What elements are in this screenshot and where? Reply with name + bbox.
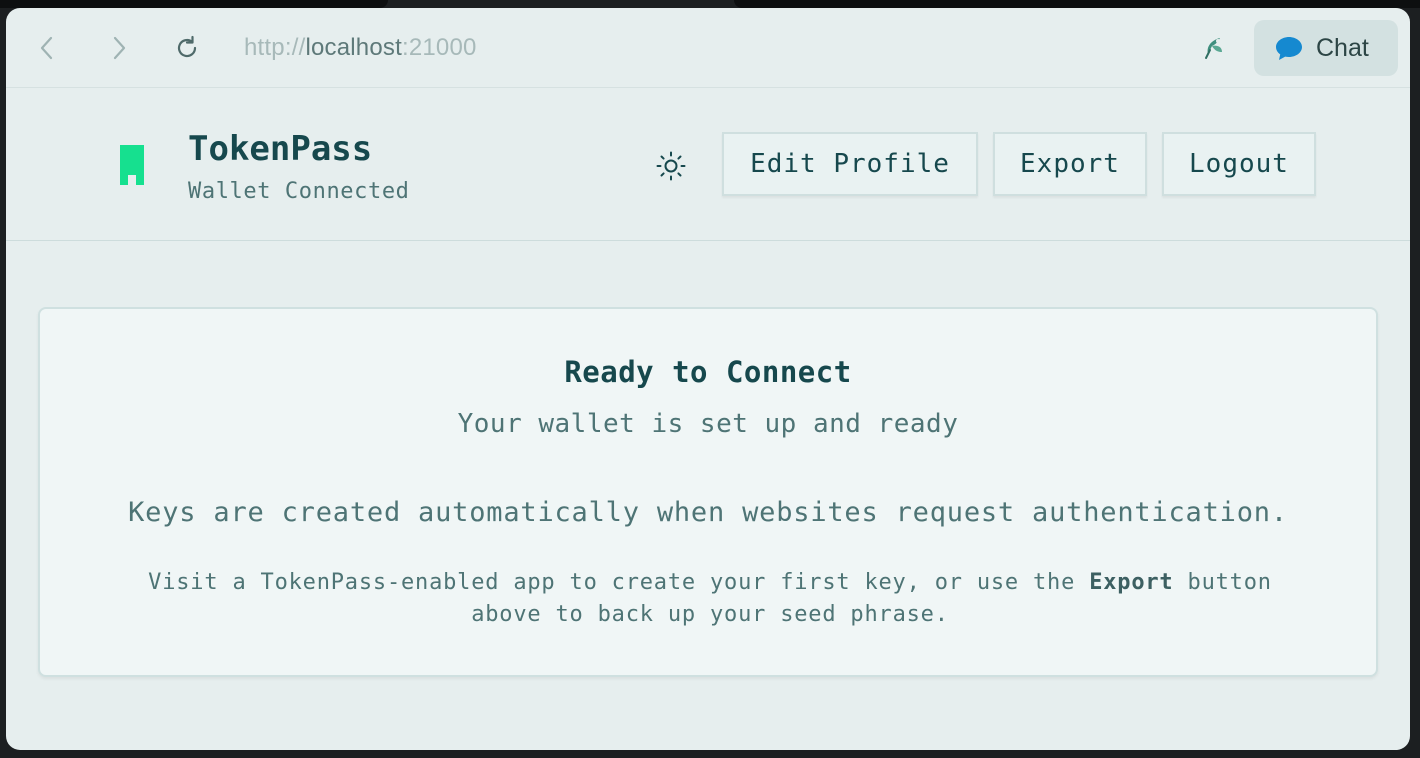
reload-icon bbox=[177, 35, 197, 58]
card-hint: Visit a TokenPass-enabled app to create … bbox=[110, 567, 1310, 631]
chat-bubble-icon bbox=[1276, 37, 1302, 60]
connection-status: Wallet Connected bbox=[188, 179, 410, 204]
chevron-right-icon bbox=[113, 36, 126, 60]
browser-window: http://localhost:21000 Chat TokenPass Wa… bbox=[6, 8, 1410, 750]
card-description: Keys are created automatically when webs… bbox=[128, 497, 1288, 528]
browser-toolbar: http://localhost:21000 Chat bbox=[6, 8, 1410, 88]
chat-button-label: Chat bbox=[1316, 33, 1369, 62]
card-subtitle: Your wallet is set up and ready bbox=[457, 409, 959, 439]
hint-export-emphasis: Export bbox=[1089, 570, 1174, 595]
theme-toggle-button[interactable] bbox=[654, 149, 688, 183]
edit-profile-button[interactable]: Edit Profile bbox=[722, 132, 978, 196]
extension-icon[interactable] bbox=[1200, 32, 1228, 62]
forward-button[interactable] bbox=[104, 32, 134, 64]
app-header: TokenPass Wallet Connected Edit Profile … bbox=[6, 89, 1410, 241]
export-button[interactable]: Export bbox=[993, 132, 1147, 196]
hint-text-before: Visit a TokenPass-enabled app to create … bbox=[148, 570, 1090, 595]
chevron-left-icon bbox=[40, 36, 53, 60]
bookmark-logo-icon bbox=[120, 145, 144, 185]
url-host: localhost bbox=[305, 34, 402, 61]
url-scheme: http:// bbox=[244, 34, 306, 61]
screen-notch-left bbox=[0, 0, 388, 8]
address-bar[interactable]: http://localhost:21000 bbox=[244, 34, 477, 62]
app-title: TokenPass bbox=[188, 129, 373, 169]
chat-button[interactable]: Chat bbox=[1254, 20, 1398, 76]
status-card: Ready to Connect Your wallet is set up a… bbox=[38, 307, 1378, 677]
screen-notch-right bbox=[734, 0, 1420, 8]
card-title: Ready to Connect bbox=[564, 355, 852, 389]
back-button[interactable] bbox=[32, 32, 62, 64]
reload-button[interactable] bbox=[172, 32, 202, 64]
sun-icon bbox=[656, 151, 686, 181]
logout-button[interactable]: Logout bbox=[1162, 132, 1316, 196]
url-port: :21000 bbox=[401, 34, 477, 61]
